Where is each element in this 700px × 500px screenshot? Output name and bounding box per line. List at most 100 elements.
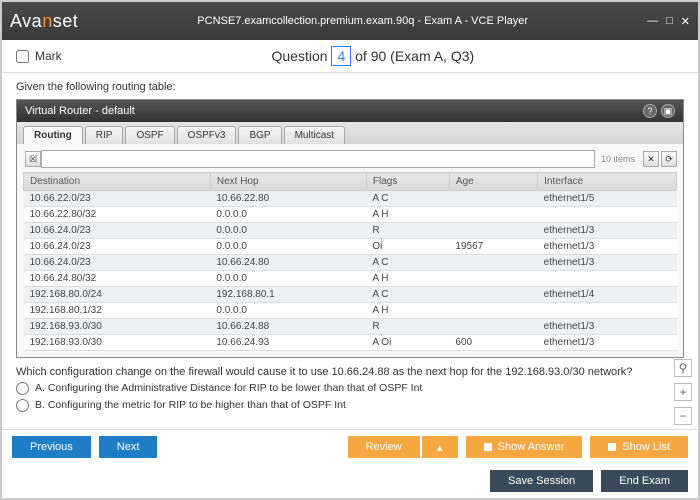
table-row[interactable]: 192.168.93.0/3010.66.24.93A Oi600etherne… — [24, 335, 677, 351]
question-text: Given the following routing table: — [16, 81, 684, 93]
table-wrap: ☒ 10 items ✕ ⟳ DestinationNext HopFlagsA… — [17, 144, 683, 357]
table-row[interactable]: 10.66.22.0/2310.66.22.80A Cethernet1/5 — [24, 191, 677, 207]
table-cell: ethernet1/3 — [538, 255, 677, 271]
table-row[interactable]: 10.66.24.0/2310.66.24.80A C ethernet1/3 — [24, 255, 677, 271]
table-cell: 0.0.0.0 — [210, 303, 366, 319]
zoom-reset-icon[interactable]: ⚲ — [674, 359, 692, 377]
zoom-controls: ⚲ + − — [674, 359, 692, 425]
question-bar: Mark Question 4 of 90 (Exam A, Q3) — [2, 40, 698, 73]
close-icon[interactable]: ✕ — [681, 15, 690, 28]
previous-button[interactable]: Previous — [12, 436, 91, 458]
table-cell: R — [366, 223, 449, 239]
table-cell: ethernet1/3 — [538, 335, 677, 351]
column-header[interactable]: Age — [449, 173, 537, 191]
maximize-icon[interactable]: □ — [666, 15, 673, 28]
option-b-radio[interactable] — [16, 399, 29, 412]
tab-multicast[interactable]: Multicast — [284, 126, 345, 144]
table-cell: 0.0.0.0 — [210, 223, 366, 239]
review-dropdown-icon[interactable]: ▴ — [422, 436, 458, 458]
option-b[interactable]: B. Configuring the metric for RIP to be … — [16, 399, 684, 412]
zoom-out-icon[interactable]: − — [674, 407, 692, 425]
router-title: Virtual Router - default — [25, 105, 135, 117]
table-cell — [449, 191, 537, 207]
tab-routing[interactable]: Routing — [23, 126, 83, 144]
table-cell: 19567 — [449, 239, 537, 255]
table-row[interactable]: 10.66.22.80/320.0.0.0A H — [24, 207, 677, 223]
tab-ospf[interactable]: OSPF — [125, 126, 174, 144]
mark-label: Mark — [35, 49, 62, 63]
tab-bgp[interactable]: BGP — [238, 126, 281, 144]
table-cell: R — [366, 319, 449, 335]
table-cell: A H — [366, 303, 449, 319]
search-input[interactable] — [41, 150, 595, 168]
table-cell — [538, 271, 677, 287]
table-cell: 192.168.93.0/30 — [24, 319, 211, 335]
footer-secondary: Save Session End Exam — [2, 464, 698, 498]
table-cell: A C — [366, 287, 449, 303]
table-cell: 10.66.22.80 — [210, 191, 366, 207]
table-cell: 10.66.24.80/32 — [24, 271, 211, 287]
mark-checkbox[interactable] — [16, 50, 29, 63]
table-cell: 192.168.80.0/24 — [24, 287, 211, 303]
table-cell — [449, 255, 537, 271]
table-cell: ethernet1/5 — [538, 191, 677, 207]
column-header[interactable]: Flags — [366, 173, 449, 191]
option-b-label: B. Configuring the metric for RIP to be … — [35, 399, 346, 411]
stop-icon — [484, 443, 492, 451]
table-cell: 0.0.0.0 — [210, 239, 366, 255]
show-answer-button[interactable]: Show Answer — [466, 436, 583, 458]
table-cell: A Oi — [366, 335, 449, 351]
table-cell: 600 — [449, 335, 537, 351]
routing-table: DestinationNext HopFlagsAgeInterface 10.… — [23, 172, 677, 351]
table-cell: 10.66.24.80 — [210, 255, 366, 271]
tab-rip[interactable]: RIP — [85, 126, 124, 144]
table-row[interactable]: 192.168.93.0/3010.66.24.88Rethernet1/3 — [24, 319, 677, 335]
column-header[interactable]: Interface — [538, 173, 677, 191]
option-a[interactable]: A. Configuring the Administrative Distan… — [16, 382, 684, 395]
table-cell: 10.66.24.0/23 — [24, 255, 211, 271]
table-row[interactable]: 192.168.80.0/24192.168.80.1A Cethernet1/… — [24, 287, 677, 303]
tabs-row: RoutingRIPOSPFOSPFv3BGPMulticast — [17, 122, 683, 144]
table-cell: 192.168.80.1/32 — [24, 303, 211, 319]
save-session-button[interactable]: Save Session — [490, 470, 593, 492]
clear-icon[interactable]: ☒ — [25, 151, 41, 167]
next-button[interactable]: Next — [99, 436, 158, 458]
option-a-label: A. Configuring the Administrative Distan… — [35, 382, 422, 394]
show-list-button[interactable]: Show List — [590, 436, 688, 458]
table-cell — [449, 319, 537, 335]
question-indicator: Question 4 of 90 (Exam A, Q3) — [62, 48, 684, 64]
table-cell: A C — [366, 191, 449, 207]
help-icon[interactable]: ? — [643, 104, 657, 118]
option-a-radio[interactable] — [16, 382, 29, 395]
stop-icon — [608, 443, 616, 451]
search-row: ☒ 10 items ✕ ⟳ — [23, 150, 677, 168]
tab-ospfv3[interactable]: OSPFv3 — [177, 126, 237, 144]
refresh-icon[interactable]: ⟳ — [661, 151, 677, 167]
app-logo: Avanset — [10, 11, 78, 32]
question-number: 4 — [331, 46, 351, 66]
column-header[interactable]: Destination — [24, 173, 211, 191]
table-row[interactable]: 10.66.24.0/230.0.0.0Oi19567ethernet1/3 — [24, 239, 677, 255]
table-cell — [449, 207, 537, 223]
table-cell — [538, 303, 677, 319]
table-row[interactable]: 10.66.24.0/230.0.0.0Rethernet1/3 — [24, 223, 677, 239]
table-cell: Oi — [366, 239, 449, 255]
clear-search-icon[interactable]: ✕ — [643, 151, 659, 167]
content-area: Given the following routing table: Virtu… — [2, 73, 698, 429]
table-cell: A C — [366, 255, 449, 271]
table-cell: 10.66.22.80/32 — [24, 207, 211, 223]
table-cell: A H — [366, 271, 449, 287]
zoom-in-icon[interactable]: + — [674, 383, 692, 401]
table-cell: 0.0.0.0 — [210, 207, 366, 223]
review-button[interactable]: Review — [348, 436, 420, 458]
minimize-icon[interactable]: — — [647, 15, 658, 28]
table-cell: 0.0.0.0 — [210, 271, 366, 287]
end-exam-button[interactable]: End Exam — [601, 470, 688, 492]
table-cell: 10.66.24.0/23 — [24, 223, 211, 239]
table-row[interactable]: 192.168.80.1/320.0.0.0A H — [24, 303, 677, 319]
title-bar: Avanset PCNSE7.examcollection.premium.ex… — [2, 2, 698, 40]
footer-primary: Previous Next Review▴ Show Answer Show L… — [2, 429, 698, 464]
close-panel-icon[interactable]: ▣ — [661, 104, 675, 118]
column-header[interactable]: Next Hop — [210, 173, 366, 191]
table-row[interactable]: 10.66.24.80/320.0.0.0A H — [24, 271, 677, 287]
